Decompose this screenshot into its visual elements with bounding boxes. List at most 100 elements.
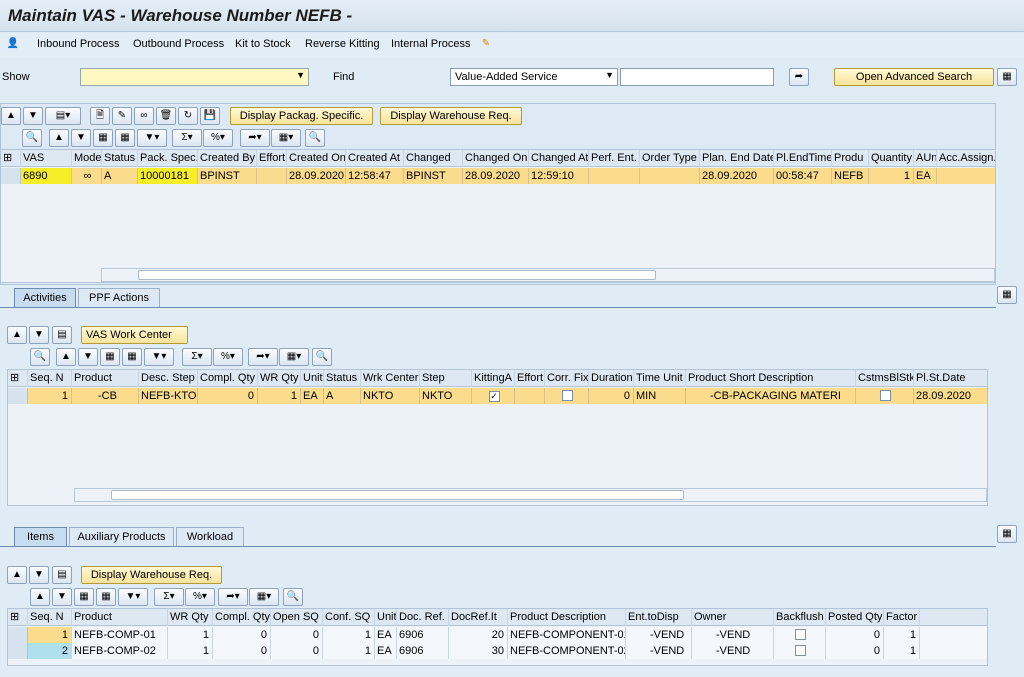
- tab-items[interactable]: Items: [14, 527, 67, 547]
- expand-down-icon[interactable]: ▼: [23, 107, 43, 125]
- create-icon[interactable]: 🗎: [90, 107, 110, 125]
- information-icon[interactable]: 🔍: [312, 348, 332, 366]
- kitting-checkbox[interactable]: ✓: [472, 388, 515, 404]
- col-docref-it[interactable]: DocRef.It: [449, 609, 508, 626]
- sort-ascending-icon[interactable]: ▲: [30, 588, 50, 606]
- col-step[interactable]: Step: [420, 370, 472, 387]
- find-icon[interactable]: ▦: [93, 129, 113, 147]
- col-pl-end-time[interactable]: Pl.EndTime: [774, 150, 832, 167]
- layout-icon[interactable]: ▦: [997, 525, 1017, 543]
- col-plan-end-date[interactable]: Plan. End Date: [700, 150, 774, 167]
- information-icon[interactable]: 🔍: [305, 129, 325, 147]
- details-icon[interactable]: 🔍: [22, 129, 42, 147]
- col-time-unit[interactable]: Time Unit: [634, 370, 686, 387]
- col-quantity[interactable]: Quantity: [869, 150, 914, 167]
- vas-number[interactable]: 6890: [21, 168, 72, 184]
- tab-activities[interactable]: Activities: [14, 288, 76, 308]
- col-wr-qty[interactable]: WR Qty: [168, 609, 213, 626]
- layout-menu-icon[interactable]: ▤▾: [45, 107, 81, 125]
- layout-select-icon[interactable]: ▦▾: [271, 129, 301, 147]
- export-icon[interactable]: ➦▾: [248, 348, 278, 366]
- select-all-icon[interactable]: ⊞: [8, 370, 28, 387]
- display-packag-specific-button[interactable]: Display Packag. Specific.: [230, 107, 373, 125]
- table-row[interactable]: 6890 ∞ A 10000181 BPINST 28.09.2020 12:5…: [1, 168, 995, 184]
- details-icon[interactable]: 🔍: [30, 348, 50, 366]
- expand-down-icon[interactable]: ▼: [29, 566, 49, 584]
- scroll-thumb[interactable]: [138, 270, 656, 280]
- backflush-checkbox[interactable]: [774, 627, 826, 643]
- col-product[interactable]: Product: [72, 370, 139, 387]
- cstmsblstk-checkbox[interactable]: [856, 388, 914, 404]
- layout-menu-icon[interactable]: ▤: [52, 326, 72, 344]
- filter-icon[interactable]: ▼▾: [118, 588, 148, 606]
- layout-select-icon[interactable]: ▦▾: [279, 348, 309, 366]
- layout-icon[interactable]: ▦: [997, 286, 1017, 304]
- find-next-icon[interactable]: ▦: [96, 588, 116, 606]
- expand-down-icon[interactable]: ▼: [29, 326, 49, 344]
- col-unit[interactable]: Unit: [375, 609, 397, 626]
- col-created-by[interactable]: Created By: [198, 150, 257, 167]
- delete-icon[interactable]: 🗑: [156, 107, 176, 125]
- col-aun[interactable]: AUn: [914, 150, 937, 167]
- col-produ[interactable]: Produ: [832, 150, 869, 167]
- col-compl-qty[interactable]: Compl. Qty: [213, 609, 271, 626]
- col-changed-at[interactable]: Changed At: [529, 150, 589, 167]
- menu-inbound-process[interactable]: Inbound Process: [37, 38, 120, 50]
- open-advanced-search-button[interactable]: Open Advanced Search: [834, 68, 994, 86]
- col-vas[interactable]: VAS: [21, 150, 72, 167]
- col-product-short-description[interactable]: Product Short Description: [686, 370, 856, 387]
- sum-icon[interactable]: Σ▾: [154, 588, 184, 606]
- backflush-checkbox[interactable]: [774, 643, 826, 659]
- layout-menu-icon[interactable]: ▤: [52, 566, 72, 584]
- subtotal-icon[interactable]: %▾: [185, 588, 215, 606]
- sort-ascending-icon[interactable]: ▲: [49, 129, 69, 147]
- show-dropdown[interactable]: ▼: [80, 68, 309, 86]
- col-pack-spec[interactable]: Pack. Spec.: [138, 150, 198, 167]
- col-doc-ref[interactable]: Doc. Ref.: [397, 609, 449, 626]
- select-all-icon[interactable]: ⊞: [8, 609, 28, 626]
- col-changed[interactable]: Changed: [404, 150, 463, 167]
- layout-select-icon[interactable]: ▦▾: [249, 588, 279, 606]
- col-wr-qty[interactable]: WR Qty: [258, 370, 301, 387]
- collapse-up-icon[interactable]: ▲: [7, 566, 27, 584]
- filter-icon[interactable]: ▼▾: [137, 129, 167, 147]
- col-seq-n[interactable]: Seq. N: [28, 370, 72, 387]
- activities-horizontal-scrollbar[interactable]: [74, 488, 987, 502]
- col-open-sq[interactable]: Open SQ: [271, 609, 323, 626]
- col-posted-qty[interactable]: Posted Qty: [826, 609, 884, 626]
- export-icon[interactable]: ➦▾: [218, 588, 248, 606]
- col-status[interactable]: Status: [324, 370, 361, 387]
- information-icon[interactable]: 🔍: [283, 588, 303, 606]
- col-product-description[interactable]: Product Description: [508, 609, 626, 626]
- refresh-icon[interactable]: ↻: [178, 107, 198, 125]
- tab-ppf-actions[interactable]: PPF Actions: [78, 288, 160, 308]
- find-next-icon[interactable]: ▦: [122, 348, 142, 366]
- row-selector[interactable]: [1, 168, 21, 184]
- pack-spec[interactable]: 10000181: [138, 168, 198, 184]
- sort-descending-icon[interactable]: ▼: [78, 348, 98, 366]
- col-factor[interactable]: Factor: [884, 609, 920, 626]
- find-input[interactable]: [620, 68, 774, 86]
- col-duration[interactable]: Duration: [589, 370, 634, 387]
- vas-work-center-button[interactable]: VAS Work Center: [81, 326, 188, 344]
- row-selector[interactable]: [8, 643, 28, 659]
- col-perf-ent[interactable]: Perf. Ent.: [589, 150, 640, 167]
- menu-internal-process[interactable]: Internal Process: [391, 38, 470, 50]
- scroll-icon[interactable]: ✎: [479, 37, 493, 51]
- scroll-thumb[interactable]: [111, 490, 684, 500]
- subtotal-icon[interactable]: %▾: [203, 129, 233, 147]
- user-settings-icon[interactable]: 👤: [6, 37, 20, 51]
- execute-search-icon[interactable]: ➦: [789, 68, 809, 86]
- tab-auxiliary-products[interactable]: Auxiliary Products: [69, 527, 174, 547]
- table-row[interactable]: 2 NEFB-COMP-02 1 0 0 1 EA 6906 30 NEFB-C…: [8, 643, 987, 659]
- col-desc-step[interactable]: Desc. Step: [139, 370, 198, 387]
- filter-icon[interactable]: ▼▾: [144, 348, 174, 366]
- col-effort[interactable]: Effort: [515, 370, 545, 387]
- menu-outbound-process[interactable]: Outbound Process: [133, 38, 224, 50]
- sort-descending-icon[interactable]: ▼: [52, 588, 72, 606]
- col-backflush[interactable]: Backflush: [774, 609, 826, 626]
- col-created-on[interactable]: Created On: [287, 150, 346, 167]
- sort-ascending-icon[interactable]: ▲: [56, 348, 76, 366]
- col-owner[interactable]: Owner: [692, 609, 774, 626]
- col-acc-assign[interactable]: Acc.Assign.C: [937, 150, 995, 167]
